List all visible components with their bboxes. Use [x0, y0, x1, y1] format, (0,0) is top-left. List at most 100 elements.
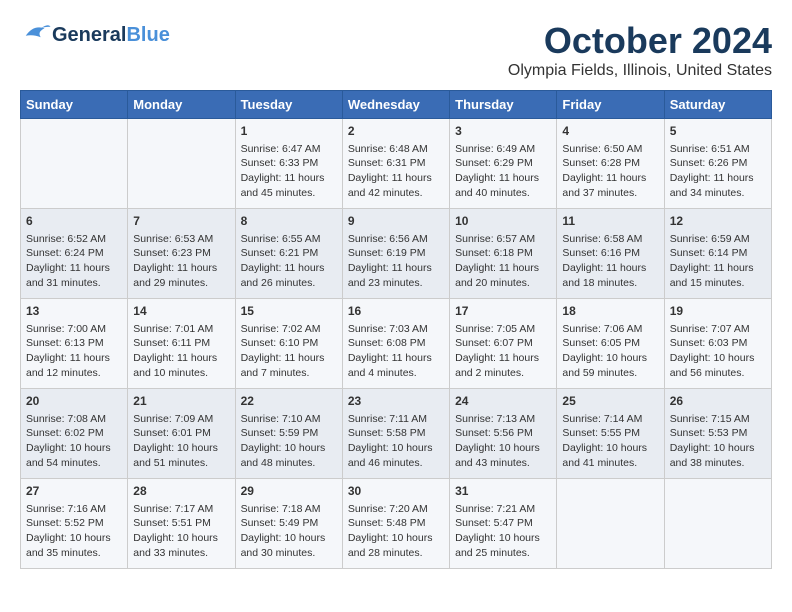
- day-info: Daylight: 11 hours and 42 minutes.: [348, 171, 444, 200]
- day-header-tuesday: Tuesday: [235, 91, 342, 119]
- day-info: Sunset: 5:58 PM: [348, 426, 444, 441]
- calendar-cell: 16Sunrise: 7:03 AMSunset: 6:08 PMDayligh…: [342, 299, 449, 389]
- day-info: Sunset: 6:07 PM: [455, 336, 551, 351]
- day-info: Sunset: 6:08 PM: [348, 336, 444, 351]
- day-info: Sunset: 6:02 PM: [26, 426, 122, 441]
- day-number: 6: [26, 213, 122, 230]
- day-number: 24: [455, 393, 551, 410]
- day-info: Sunrise: 6:53 AM: [133, 232, 229, 247]
- day-info: Sunrise: 7:14 AM: [562, 412, 658, 427]
- day-info: Sunset: 5:55 PM: [562, 426, 658, 441]
- day-info: Sunrise: 7:21 AM: [455, 502, 551, 517]
- day-info: Sunrise: 7:00 AM: [26, 322, 122, 337]
- calendar-cell: 11Sunrise: 6:58 AMSunset: 6:16 PMDayligh…: [557, 209, 664, 299]
- day-info: Daylight: 11 hours and 29 minutes.: [133, 261, 229, 290]
- day-info: Sunrise: 6:52 AM: [26, 232, 122, 247]
- day-info: Sunset: 5:49 PM: [241, 516, 337, 531]
- day-number: 30: [348, 483, 444, 500]
- day-info: Daylight: 10 hours and 33 minutes.: [133, 531, 229, 560]
- day-info: Sunset: 6:24 PM: [26, 246, 122, 261]
- day-info: Daylight: 10 hours and 43 minutes.: [455, 441, 551, 470]
- calendar-cell: [21, 119, 128, 209]
- calendar-table: SundayMondayTuesdayWednesdayThursdayFrid…: [20, 90, 772, 569]
- day-info: Sunrise: 7:01 AM: [133, 322, 229, 337]
- calendar-cell: 29Sunrise: 7:18 AMSunset: 5:49 PMDayligh…: [235, 479, 342, 569]
- day-number: 4: [562, 123, 658, 140]
- day-info: Sunset: 6:28 PM: [562, 156, 658, 171]
- day-header-wednesday: Wednesday: [342, 91, 449, 119]
- day-info: Sunrise: 6:50 AM: [562, 142, 658, 157]
- day-number: 22: [241, 393, 337, 410]
- day-info: Sunrise: 6:48 AM: [348, 142, 444, 157]
- calendar-cell: [664, 479, 771, 569]
- title-block: October 2024 Olympia Fields, Illinois, U…: [508, 20, 772, 80]
- calendar-cell: 2 Sunrise: 6:48 AMSunset: 6:31 PMDaylight…: [342, 119, 449, 209]
- day-info: Sunset: 5:53 PM: [670, 426, 766, 441]
- day-info: Sunset: 6:21 PM: [241, 246, 337, 261]
- day-info: Sunset: 6:18 PM: [455, 246, 551, 261]
- calendar-cell: 5Sunrise: 6:51 AMSunset: 6:26 PMDaylight…: [664, 119, 771, 209]
- calendar-cell: 30Sunrise: 7:20 AMSunset: 5:48 PMDayligh…: [342, 479, 449, 569]
- calendar-cell: 12Sunrise: 6:59 AMSunset: 6:14 PMDayligh…: [664, 209, 771, 299]
- calendar-cell: 24Sunrise: 7:13 AMSunset: 5:56 PMDayligh…: [450, 389, 557, 479]
- day-info: Daylight: 10 hours and 56 minutes.: [670, 351, 766, 380]
- day-info: Sunset: 6:13 PM: [26, 336, 122, 351]
- day-number: 23: [348, 393, 444, 410]
- day-info: Sunset: 6:19 PM: [348, 246, 444, 261]
- day-info: Sunrise: 6:51 AM: [670, 142, 766, 157]
- month-title: October 2024: [508, 20, 772, 62]
- day-info: Daylight: 10 hours and 51 minutes.: [133, 441, 229, 470]
- day-number: 26: [670, 393, 766, 410]
- day-info: Sunset: 6:01 PM: [133, 426, 229, 441]
- day-info: Daylight: 11 hours and 37 minutes.: [562, 171, 658, 200]
- day-info: Sunrise: 7:10 AM: [241, 412, 337, 427]
- day-info: Sunrise: 7:06 AM: [562, 322, 658, 337]
- day-number: 28: [133, 483, 229, 500]
- day-number: 27: [26, 483, 122, 500]
- day-number: 10: [455, 213, 551, 230]
- day-info: Daylight: 10 hours and 46 minutes.: [348, 441, 444, 470]
- calendar-cell: 14Sunrise: 7:01 AMSunset: 6:11 PMDayligh…: [128, 299, 235, 389]
- day-info: Sunrise: 7:05 AM: [455, 322, 551, 337]
- day-info: Sunset: 6:16 PM: [562, 246, 658, 261]
- calendar-week-row: 6Sunrise: 6:52 AMSunset: 6:24 PMDaylight…: [21, 209, 772, 299]
- day-info: Sunrise: 7:15 AM: [670, 412, 766, 427]
- day-info: Sunrise: 6:59 AM: [670, 232, 766, 247]
- calendar-cell: [557, 479, 664, 569]
- day-number: 18: [562, 303, 658, 320]
- day-number: 17: [455, 303, 551, 320]
- calendar-cell: 26Sunrise: 7:15 AMSunset: 5:53 PMDayligh…: [664, 389, 771, 479]
- day-info: Daylight: 10 hours and 59 minutes.: [562, 351, 658, 380]
- day-info: Sunset: 5:52 PM: [26, 516, 122, 531]
- day-info: Daylight: 11 hours and 34 minutes.: [670, 171, 766, 200]
- day-info: Daylight: 11 hours and 12 minutes.: [26, 351, 122, 380]
- calendar-cell: 15Sunrise: 7:02 AMSunset: 6:10 PMDayligh…: [235, 299, 342, 389]
- calendar-cell: 27Sunrise: 7:16 AMSunset: 5:52 PMDayligh…: [21, 479, 128, 569]
- logo-text: GeneralBlue: [52, 24, 170, 46]
- day-info: Sunrise: 7:09 AM: [133, 412, 229, 427]
- calendar-cell: 10Sunrise: 6:57 AMSunset: 6:18 PMDayligh…: [450, 209, 557, 299]
- day-number: 15: [241, 303, 337, 320]
- calendar-header-row: SundayMondayTuesdayWednesdayThursdayFrid…: [21, 91, 772, 119]
- day-info: Sunrise: 7:11 AM: [348, 412, 444, 427]
- day-number: 19: [670, 303, 766, 320]
- day-info: Sunset: 5:56 PM: [455, 426, 551, 441]
- day-info: Sunset: 6:31 PM: [348, 156, 444, 171]
- day-info: Daylight: 11 hours and 10 minutes.: [133, 351, 229, 380]
- day-number: 14: [133, 303, 229, 320]
- day-number: 2: [348, 123, 444, 140]
- day-info: Daylight: 11 hours and 4 minutes.: [348, 351, 444, 380]
- day-info: Sunset: 5:51 PM: [133, 516, 229, 531]
- calendar-cell: 7Sunrise: 6:53 AMSunset: 6:23 PMDaylight…: [128, 209, 235, 299]
- calendar-cell: 18 Sunrise: 7:06 AMSunset: 6:05 PMDayligh…: [557, 299, 664, 389]
- day-header-thursday: Thursday: [450, 91, 557, 119]
- day-info: Sunset: 6:05 PM: [562, 336, 658, 351]
- day-info: Daylight: 11 hours and 31 minutes.: [26, 261, 122, 290]
- day-info: Daylight: 11 hours and 18 minutes.: [562, 261, 658, 290]
- calendar-cell: 8Sunrise: 6:55 AMSunset: 6:21 PMDaylight…: [235, 209, 342, 299]
- calendar-week-row: 13Sunrise: 7:00 AMSunset: 6:13 PMDayligh…: [21, 299, 772, 389]
- day-info: Daylight: 11 hours and 2 minutes.: [455, 351, 551, 380]
- day-info: Sunrise: 7:07 AM: [670, 322, 766, 337]
- day-info: Daylight: 11 hours and 15 minutes.: [670, 261, 766, 290]
- day-info: Sunrise: 6:56 AM: [348, 232, 444, 247]
